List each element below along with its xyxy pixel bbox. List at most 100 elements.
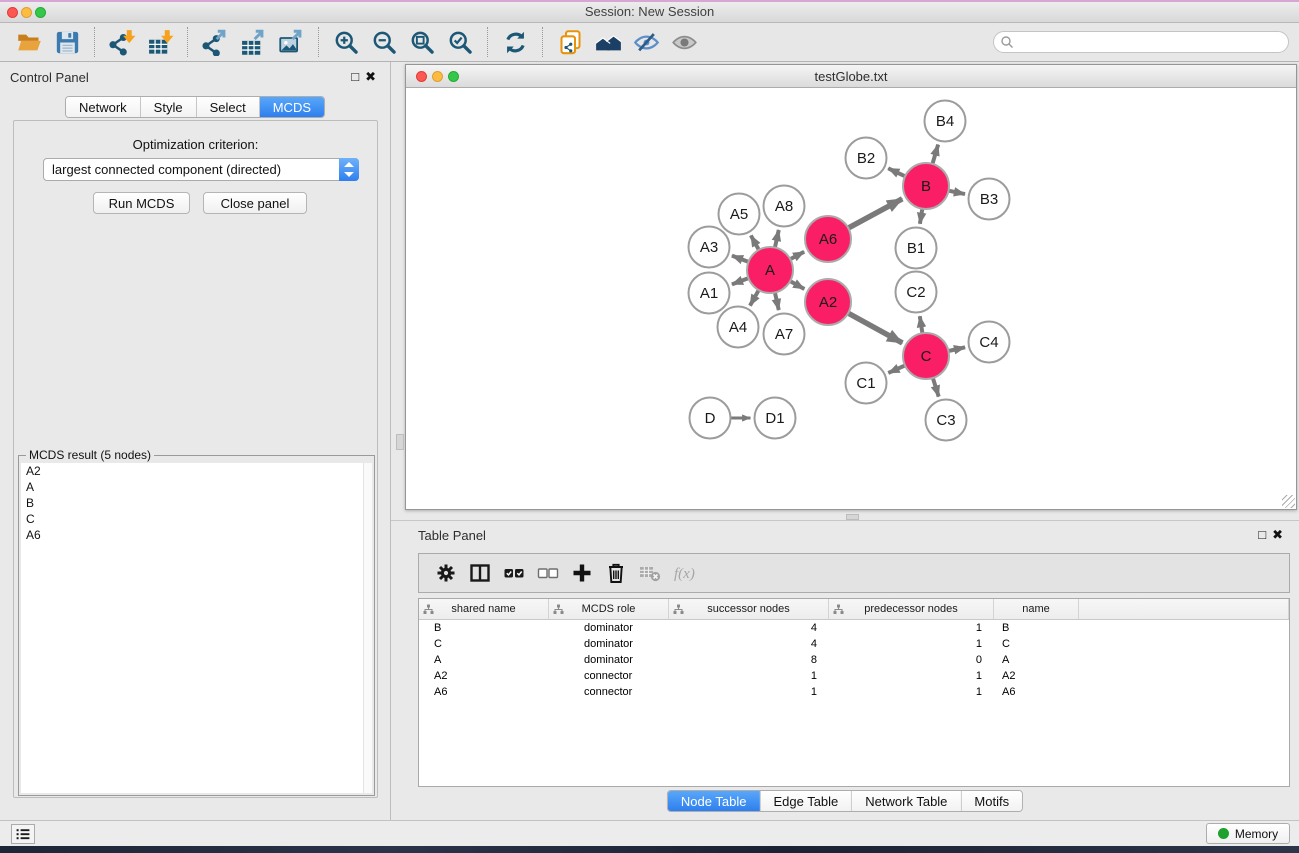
tab-select[interactable]: Select (197, 97, 260, 117)
column-header-predecessor-nodes[interactable]: predecessor nodes (829, 599, 994, 619)
home-button[interactable] (591, 27, 625, 57)
graph-edge-A-A1[interactable] (732, 278, 749, 284)
graph-node-A2[interactable]: A2 (805, 279, 851, 325)
graph-edge-C-C1[interactable] (888, 365, 905, 373)
graph-edge-A-A5[interactable] (751, 235, 759, 249)
dropdown-stepper-icon[interactable] (339, 158, 359, 181)
float-panel-icon[interactable]: □ (351, 69, 365, 84)
graph-node-B2[interactable]: B2 (846, 138, 887, 179)
graph-node-C1[interactable]: C1 (846, 363, 887, 404)
graph-edge-B-B2[interactable] (888, 168, 905, 176)
graph-edge-C-C2[interactable] (920, 316, 923, 333)
graph-node-A[interactable]: A (747, 247, 793, 293)
add-column-button[interactable] (565, 559, 599, 587)
graph-edge-B-B1[interactable] (920, 209, 922, 224)
function-builder-button[interactable]: f(x) (667, 559, 701, 587)
graph-edge-B-B3[interactable] (949, 191, 965, 194)
graph-node-B1[interactable]: B1 (896, 228, 937, 269)
graph-edge-A-A7[interactable] (775, 292, 779, 310)
hide-details-button[interactable] (629, 27, 663, 57)
graph-node-C[interactable]: C (903, 333, 949, 379)
criterion-dropdown[interactable]: largest connected component (directed) (43, 158, 359, 181)
refresh-button[interactable] (498, 27, 532, 57)
graph-node-A4[interactable]: A4 (718, 307, 759, 348)
graph-node-C3[interactable]: C3 (926, 400, 967, 441)
split-column-button[interactable] (463, 559, 497, 587)
duplicate-network-button[interactable] (553, 27, 587, 57)
column-header-MCDS-role[interactable]: MCDS role (549, 599, 669, 619)
column-header-successor-nodes[interactable]: successor nodes (669, 599, 829, 619)
network-window-titlebar[interactable]: testGlobe.txt (406, 65, 1296, 88)
graph-edge-A-A2[interactable] (790, 281, 804, 289)
graph-node-A3[interactable]: A3 (689, 227, 730, 268)
table-row[interactable]: A6connector11A6 (419, 684, 1289, 700)
graph-edge-A6-B[interactable] (848, 199, 902, 228)
graph-node-A7[interactable]: A7 (764, 314, 805, 355)
search-input[interactable] (1014, 35, 1264, 49)
export-network-button[interactable] (198, 27, 232, 57)
open-file-button[interactable] (12, 27, 46, 57)
tab-motifs[interactable]: Motifs (961, 791, 1022, 811)
table-row[interactable]: Bdominator41B (419, 620, 1289, 636)
graph-edge-C-C3[interactable] (933, 378, 939, 397)
table-row[interactable]: A2connector11A2 (419, 668, 1289, 684)
search-box[interactable] (993, 31, 1289, 53)
graph-edge-A-A6[interactable] (790, 252, 804, 259)
graph-node-B4[interactable]: B4 (925, 101, 966, 142)
mcds-result-scrollbar[interactable] (363, 463, 372, 793)
select-all-button[interactable] (497, 559, 531, 587)
zoom-out-button[interactable] (367, 27, 401, 57)
close-table-panel-icon[interactable]: ✖ (1272, 527, 1289, 542)
mcds-result-item[interactable]: A2 (21, 463, 363, 479)
mcds-result-item[interactable]: A (21, 479, 363, 495)
tab-network[interactable]: Network (66, 97, 141, 117)
column-header-name[interactable]: name (994, 599, 1079, 619)
mcds-result-item[interactable]: B (21, 495, 363, 511)
tab-style[interactable]: Style (141, 97, 197, 117)
delete-table-button[interactable] (633, 559, 667, 587)
graph-edge-A-A8[interactable] (775, 230, 779, 248)
graph-node-C2[interactable]: C2 (896, 272, 937, 313)
vertical-divider-grip[interactable] (396, 434, 404, 450)
close-panel-icon[interactable]: ✖ (365, 69, 382, 84)
graph-node-D1[interactable]: D1 (755, 398, 796, 439)
table-row[interactable]: Adominator80A (419, 652, 1289, 668)
memory-button[interactable]: Memory (1206, 823, 1290, 844)
graph-node-A6[interactable]: A6 (805, 216, 851, 262)
window-resize-grip[interactable] (1282, 495, 1295, 508)
graph-node-C4[interactable]: C4 (969, 322, 1010, 363)
tab-mcds[interactable]: MCDS (260, 97, 324, 117)
table-row[interactable]: Cdominator41C (419, 636, 1289, 652)
import-table-button[interactable] (143, 27, 177, 57)
mcds-result-list[interactable]: A2ABCA6 (21, 463, 363, 793)
graph-edge-C-C4[interactable] (948, 347, 965, 351)
graph-edge-B-B4[interactable] (932, 145, 938, 164)
export-table-button[interactable] (236, 27, 270, 57)
float-table-panel-icon[interactable]: □ (1258, 527, 1272, 542)
mcds-result-item[interactable]: A6 (21, 527, 363, 543)
zoom-fit-button[interactable] (405, 27, 439, 57)
tab-edge-table[interactable]: Edge Table (760, 791, 852, 811)
graph-edge-A-A4[interactable] (750, 290, 759, 306)
save-session-button[interactable] (50, 27, 84, 57)
gear-button[interactable] (429, 559, 463, 587)
run-mcds-button[interactable]: Run MCDS (93, 192, 190, 214)
tab-network-table[interactable]: Network Table (852, 791, 961, 811)
graph-edge-A2-C[interactable] (848, 313, 902, 343)
tab-node-table[interactable]: Node Table (668, 791, 761, 811)
delete-column-button[interactable] (599, 559, 633, 587)
zoom-selected-button[interactable] (443, 27, 477, 57)
graph-node-A5[interactable]: A5 (719, 194, 760, 235)
deselect-all-button[interactable] (531, 559, 565, 587)
graph-node-A8[interactable]: A8 (764, 186, 805, 227)
column-header-shared-name[interactable]: shared name (419, 599, 549, 619)
import-network-button[interactable] (105, 27, 139, 57)
network-canvas[interactable]: B4B2BB3A8A5A6A3B1AA1C2A2A4A7C4CC1DD1C3 (406, 89, 1296, 509)
graph-node-D[interactable]: D (690, 398, 731, 439)
graph-node-B3[interactable]: B3 (969, 179, 1010, 220)
graph-edge-A-A3[interactable] (732, 256, 749, 262)
graph-node-B[interactable]: B (903, 163, 949, 209)
mcds-result-item[interactable]: C (21, 511, 363, 527)
close-panel-button[interactable]: Close panel (203, 192, 307, 214)
task-history-button[interactable] (11, 824, 35, 844)
